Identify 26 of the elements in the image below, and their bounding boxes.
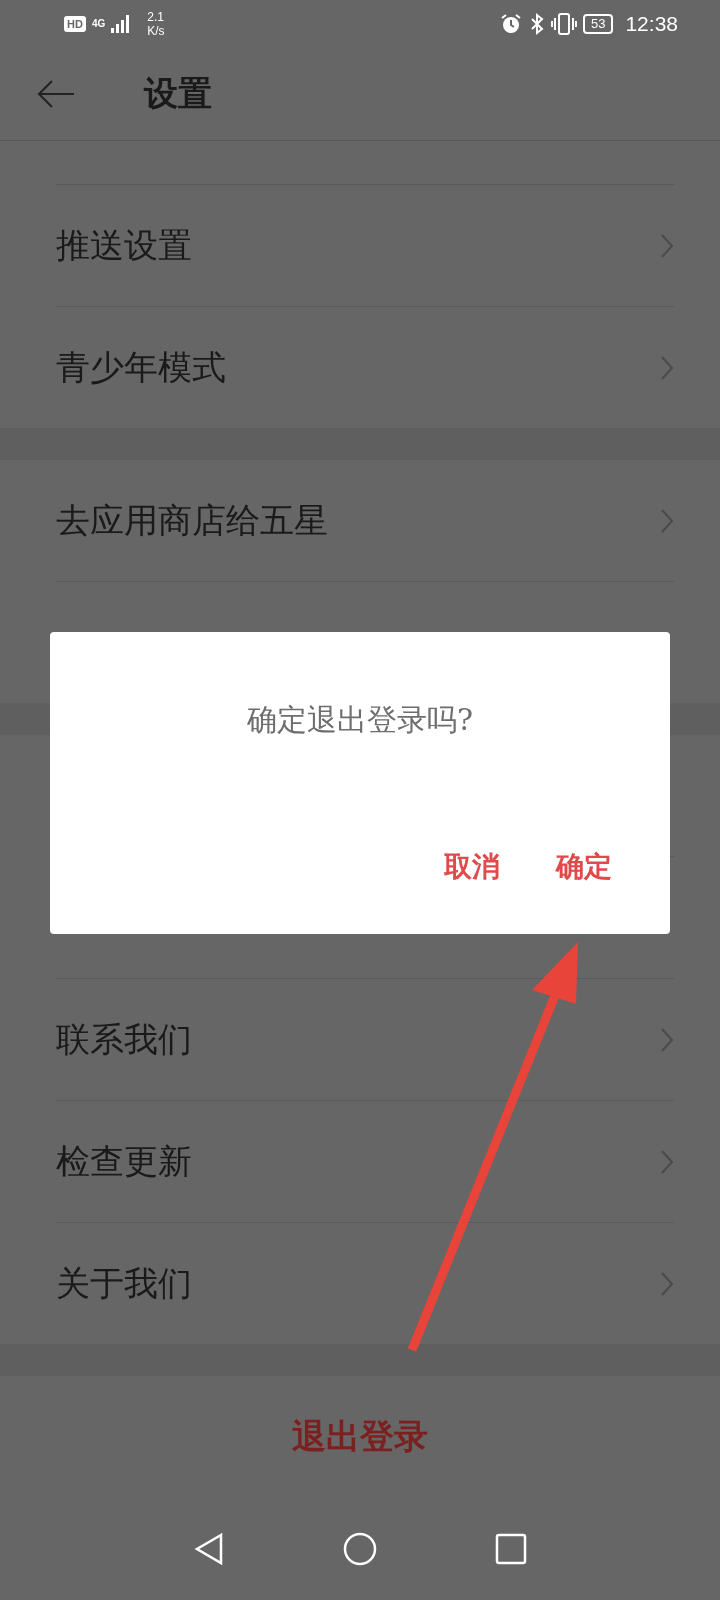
dialog-message: 确定退出登录吗? xyxy=(246,701,474,739)
back-triangle-icon[interactable] xyxy=(193,1532,225,1567)
hd-badge: HD xyxy=(64,15,86,32)
recents-square-icon[interactable] xyxy=(495,1533,527,1566)
clock-time: 12:38 xyxy=(625,11,678,36)
chevron-right-icon xyxy=(660,1148,674,1175)
back-arrow-icon[interactable] xyxy=(36,78,76,109)
settings-row[interactable]: 检查更新 xyxy=(56,1101,674,1224)
speed-unit: K/s xyxy=(147,23,165,38)
settings-row[interactable]: 青少年模式 xyxy=(56,307,674,429)
logout-button[interactable]: 退出登录 xyxy=(0,1376,720,1499)
speed-value: 2.1 xyxy=(147,9,165,24)
chevron-right-icon xyxy=(660,1026,674,1053)
chevron-right-icon xyxy=(660,232,674,259)
bluetooth-icon xyxy=(528,11,545,36)
page-title: 设置 xyxy=(144,71,212,115)
chevron-right-icon xyxy=(660,1270,674,1297)
settings-row[interactable]: 推送设置 xyxy=(56,185,674,308)
home-circle-icon[interactable] xyxy=(343,1532,377,1567)
chevron-right-icon xyxy=(660,354,674,381)
network-type: 4G xyxy=(91,18,106,29)
settings-row[interactable]: 去应用商店给五星 xyxy=(56,460,674,583)
vibrate-icon xyxy=(550,11,577,36)
chevron-right-icon xyxy=(660,507,674,534)
settings-row[interactable]: 关于我们 xyxy=(56,1223,674,1345)
battery-indicator: 53 xyxy=(582,13,614,34)
